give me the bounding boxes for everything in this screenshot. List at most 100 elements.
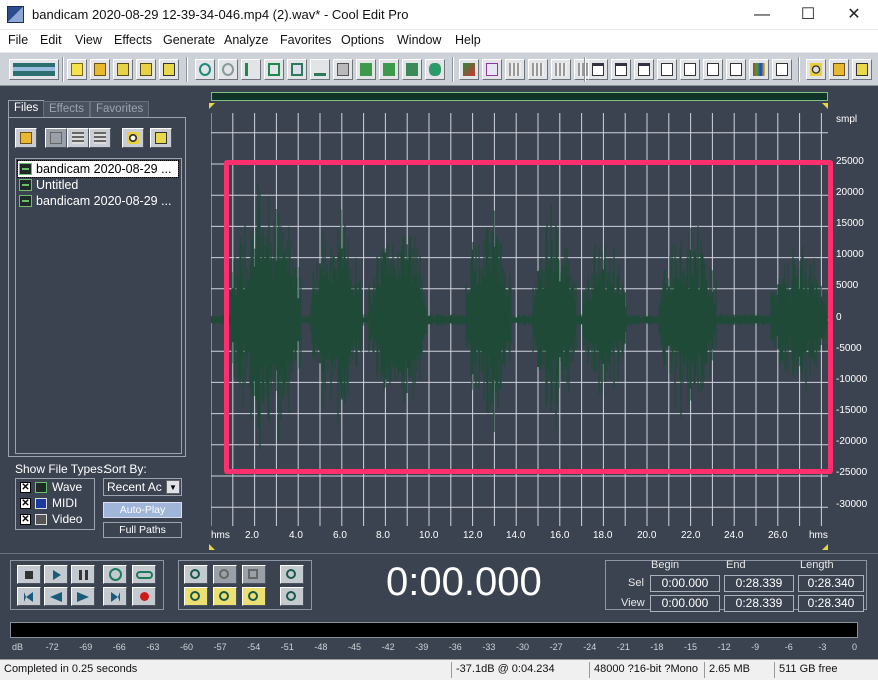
full-paths-button[interactable]: Full Paths <box>103 522 182 538</box>
settings-gear-icon[interactable] <box>806 59 826 80</box>
file-item[interactable]: Untitled <box>18 177 78 193</box>
zoom-vertical-out-icon[interactable] <box>280 587 304 606</box>
view-length-field[interactable]: 0:28.340 <box>798 595 864 612</box>
start-marker-icon[interactable] <box>209 544 215 550</box>
loop-icon[interactable] <box>132 565 156 584</box>
waveform-view-icon[interactable] <box>459 59 479 80</box>
arrow-down-icon[interactable] <box>425 59 445 80</box>
new-file-icon[interactable] <box>67 59 87 80</box>
pause-icon[interactable] <box>71 565 95 584</box>
options-gear-icon[interactable] <box>122 128 144 148</box>
file-item[interactable]: bandicam 2020-08-29 ... <box>18 193 172 209</box>
sel-length-field[interactable]: 0:28.340 <box>798 575 864 592</box>
sel-begin-field[interactable]: 0:00.000 <box>650 575 720 592</box>
copy-to-new-icon[interactable] <box>264 59 284 80</box>
paste-mix-icon[interactable] <box>356 59 376 80</box>
zoom-in-icon[interactable] <box>184 565 208 584</box>
rewind-icon[interactable] <box>44 587 68 606</box>
auto-play-button[interactable]: Auto-Play <box>103 502 182 518</box>
menu-generate[interactable]: Generate <box>163 33 215 47</box>
wave-checkbox[interactable]: ✕ <box>20 482 31 493</box>
zoom-full-icon[interactable] <box>242 565 266 584</box>
scripts-icon[interactable] <box>829 59 849 80</box>
close-file-icon[interactable] <box>159 59 179 80</box>
menu-edit[interactable]: Edit <box>40 33 62 47</box>
window-icon[interactable] <box>611 59 631 80</box>
menu-effects[interactable]: Effects <box>114 33 152 47</box>
play-icon[interactable] <box>44 565 68 584</box>
start-marker-icon[interactable] <box>209 103 215 109</box>
file-item[interactable]: bandicam 2020-08-29 ... <box>17 160 179 178</box>
menu-options[interactable]: Options <box>341 33 384 47</box>
close-file-icon[interactable] <box>45 128 67 148</box>
app-icon[interactable] <box>7 6 24 23</box>
help-icon[interactable] <box>150 128 172 148</box>
toolbar-divider <box>62 57 64 82</box>
color-bar-icon[interactable] <box>749 59 769 80</box>
level-meter-icon[interactable] <box>726 59 746 80</box>
zoom-vertical-in-icon[interactable] <box>280 565 304 584</box>
copy-icon[interactable] <box>287 59 307 80</box>
menu-file[interactable]: File <box>8 33 28 47</box>
overview-bar[interactable] <box>211 92 828 101</box>
y-tick-label: 25000 <box>836 156 864 167</box>
menu-window[interactable]: Window <box>397 33 441 47</box>
go-to-start-icon[interactable] <box>17 587 41 606</box>
grid-icon[interactable] <box>551 59 571 80</box>
tab-files[interactable]: Files <box>8 100 45 117</box>
edit-file-icon[interactable] <box>89 128 111 148</box>
mix-paste-icon[interactable] <box>402 59 422 80</box>
view-end-field[interactable]: 0:28.339 <box>724 595 794 612</box>
menu-view[interactable]: View <box>75 33 102 47</box>
play-window-icon[interactable] <box>657 59 677 80</box>
end-marker-icon[interactable] <box>822 103 828 109</box>
insert-multitrack-icon[interactable] <box>67 128 89 148</box>
tab-favorites[interactable]: Favorites <box>90 101 150 118</box>
time-window-icon[interactable] <box>703 59 723 80</box>
stop-icon[interactable] <box>17 565 41 584</box>
undo-icon[interactable] <box>195 59 215 80</box>
go-to-end-icon[interactable] <box>103 587 127 606</box>
save-as-icon[interactable] <box>136 59 156 80</box>
maximize-button[interactable]: ☐ <box>785 0 831 30</box>
cut-icon[interactable] <box>310 59 330 80</box>
menu-help[interactable]: Help <box>455 33 481 47</box>
window-icon[interactable] <box>634 59 654 80</box>
meter-tick-label: -24 <box>583 642 597 652</box>
help-icon[interactable] <box>852 59 872 80</box>
multitrack-toggle-icon[interactable] <box>9 59 59 80</box>
repeat-icon[interactable] <box>241 59 261 80</box>
sort-by-select[interactable]: Recent Ac ▼ <box>103 478 182 496</box>
zoom-right-icon[interactable] <box>213 587 237 606</box>
midi-checkbox[interactable]: ✕ <box>20 498 31 509</box>
video-checkbox[interactable]: ✕ <box>20 514 31 525</box>
save-icon[interactable] <box>113 59 133 80</box>
grid-icon[interactable] <box>505 59 525 80</box>
minimize-button[interactable]: — <box>739 0 785 30</box>
open-folder-icon[interactable] <box>15 128 37 148</box>
open-file-icon[interactable] <box>90 59 110 80</box>
trim-icon[interactable] <box>379 59 399 80</box>
fast-forward-icon[interactable] <box>71 587 95 606</box>
menu-favorites[interactable]: Favorites <box>280 33 331 47</box>
paste-icon[interactable] <box>333 59 353 80</box>
sel-end-field[interactable]: 0:28.339 <box>724 575 794 592</box>
play-to-end-icon[interactable] <box>103 565 127 584</box>
view-begin-field[interactable]: 0:00.000 <box>650 595 720 612</box>
file-list[interactable]: bandicam 2020-08-29 ... Untitled bandica… <box>15 158 182 454</box>
spectral-view-icon[interactable] <box>482 59 502 80</box>
zoom-out-icon[interactable] <box>213 565 237 584</box>
grid-icon[interactable] <box>528 59 548 80</box>
status-icon[interactable] <box>772 59 792 80</box>
menu-analyze[interactable]: Analyze <box>224 33 268 47</box>
redo-icon[interactable] <box>218 59 238 80</box>
window-icon[interactable] <box>588 59 608 80</box>
zoom-left-icon[interactable] <box>184 587 208 606</box>
end-marker-icon[interactable] <box>822 544 828 550</box>
tab-effects[interactable]: Effects <box>43 101 90 118</box>
record-icon[interactable] <box>132 587 156 606</box>
close-button[interactable]: ✕ <box>831 0 877 30</box>
zoom-window-icon[interactable] <box>680 59 700 80</box>
level-meter[interactable] <box>10 622 858 638</box>
zoom-selection-icon[interactable] <box>242 587 266 606</box>
